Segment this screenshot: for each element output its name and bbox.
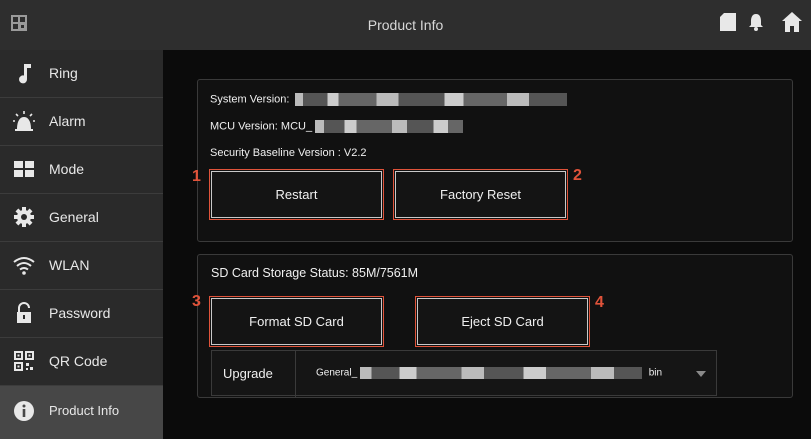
annotation-number-2: 2 bbox=[573, 167, 582, 184]
page-title: Product Info bbox=[367, 17, 444, 33]
system-info-panel: System Version: MCU Version: MCU_ Securi… bbox=[192, 79, 793, 242]
music-note-icon bbox=[19, 64, 31, 84]
home-icon[interactable] bbox=[781, 11, 803, 33]
top-bar: Product Info bbox=[0, 0, 811, 50]
sd-card-panel: SD Card Storage Status: 85M/7561M Format… bbox=[192, 254, 793, 398]
sidebar-item-password[interactable]: Password bbox=[0, 290, 163, 338]
security-baseline-version: Security Baseline Version : V2.2 bbox=[210, 147, 367, 159]
sidebar-item-label: General bbox=[49, 209, 99, 225]
system-version: System Version: bbox=[210, 93, 567, 106]
sidebar-item-label: Alarm bbox=[49, 113, 86, 129]
wifi-icon bbox=[13, 257, 35, 275]
system-version-label: System Version: bbox=[210, 93, 290, 106]
annotation-number-1: 1 bbox=[192, 168, 201, 185]
sidebar-item-mode[interactable]: Mode bbox=[0, 146, 163, 194]
bell-icon[interactable] bbox=[748, 13, 764, 31]
annotation-box-4 bbox=[415, 296, 590, 347]
mcu-version: MCU Version: MCU_ bbox=[210, 120, 464, 133]
mcu-version-label: MCU Version: MCU_ bbox=[210, 120, 313, 133]
sidebar-item-label: Password bbox=[49, 305, 111, 321]
annotation-box-3 bbox=[209, 296, 384, 347]
upgrade-file-select[interactable]: General_ bin bbox=[316, 367, 662, 379]
annotation-number-3: 3 bbox=[192, 293, 201, 310]
info-icon bbox=[14, 401, 34, 421]
sidebar-item-label: Product Info bbox=[49, 403, 120, 418]
sidebar-item-label: Mode bbox=[49, 161, 85, 177]
sidebar-item-wlan[interactable]: WLAN bbox=[0, 242, 163, 290]
sidebar: Ring Alarm Mode General WLAN Password QR… bbox=[0, 50, 163, 439]
sidebar-item-alarm[interactable]: Alarm bbox=[0, 98, 163, 146]
annotation-box-2 bbox=[393, 169, 568, 220]
sidebar-item-product-info[interactable]: Product Info bbox=[0, 386, 163, 439]
gear-icon bbox=[14, 207, 34, 227]
upgrade-file-prefix: General_ bbox=[316, 367, 358, 379]
annotation-number-4: 4 bbox=[595, 294, 604, 311]
sidebar-item-qr-code[interactable]: QR Code bbox=[0, 338, 163, 386]
siren-icon bbox=[13, 111, 35, 131]
sidebar-item-general[interactable]: General bbox=[0, 194, 163, 242]
sidebar-item-label: QR Code bbox=[49, 353, 108, 369]
upgrade-file-suffix: bin bbox=[648, 367, 663, 379]
upgrade-divider bbox=[295, 351, 296, 397]
lock-icon bbox=[17, 302, 31, 323]
mcu-version-value bbox=[315, 120, 464, 133]
annotation-box-1 bbox=[209, 169, 384, 220]
sd-card-status: SD Card Storage Status: 85M/7561M bbox=[211, 266, 419, 280]
main-content: System Version: MCU Version: MCU_ Securi… bbox=[163, 50, 811, 439]
sidebar-item-label: Ring bbox=[49, 65, 78, 81]
upgrade-row: Upgrade General_ bin bbox=[211, 350, 717, 397]
system-version-value bbox=[294, 93, 567, 106]
upgrade-file-blurred bbox=[359, 367, 642, 379]
grid-icon bbox=[14, 161, 34, 177]
upgrade-label: Upgrade bbox=[223, 366, 273, 381]
sidebar-item-ring[interactable]: Ring bbox=[0, 50, 163, 98]
sidebar-item-label: WLAN bbox=[49, 257, 90, 273]
qr-code-icon bbox=[14, 351, 34, 371]
chevron-down-icon[interactable] bbox=[696, 371, 706, 377]
sd-card-icon[interactable] bbox=[720, 13, 736, 31]
